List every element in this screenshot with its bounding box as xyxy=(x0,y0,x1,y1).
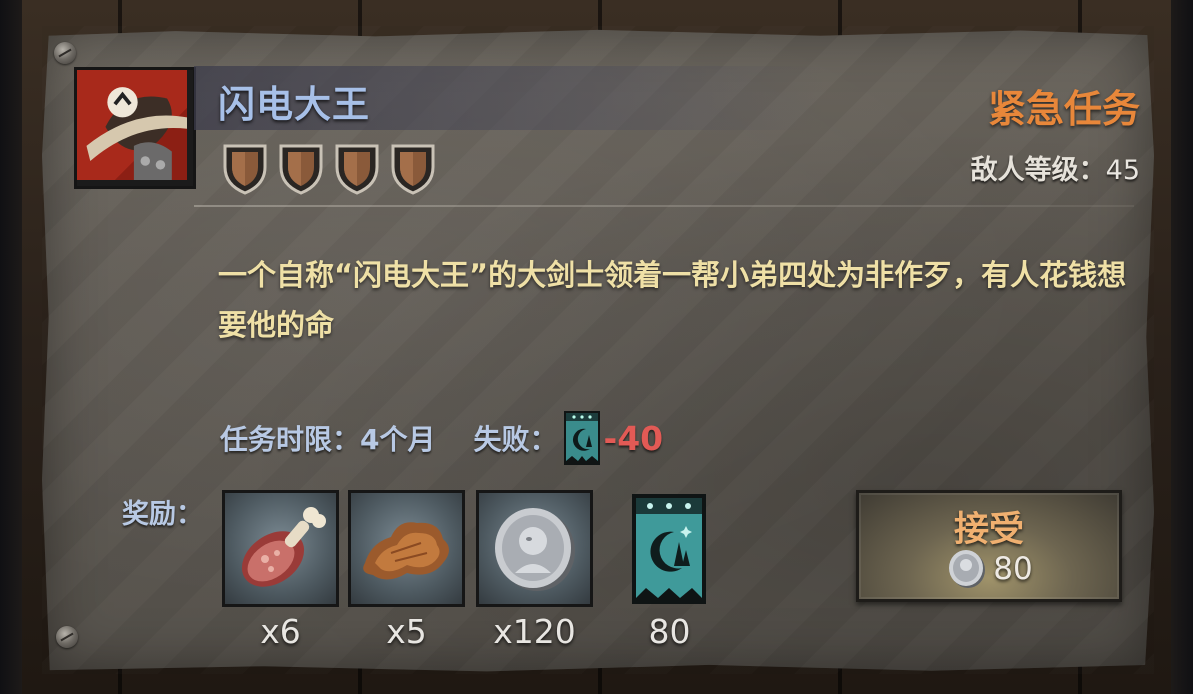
quest-title: 闪电大王 xyxy=(218,83,370,126)
silver-coin-icon xyxy=(949,550,986,588)
quest-type-label: 紧急任务 xyxy=(987,87,1140,131)
reward-count: 80 xyxy=(648,612,691,651)
meat-leg-icon xyxy=(241,507,326,587)
nail-icon xyxy=(54,42,76,64)
fail-penalty-value: -40 xyxy=(603,418,664,458)
silver-coin-icon xyxy=(495,508,575,591)
shield-icon xyxy=(223,144,267,195)
reward-count: x6 xyxy=(260,612,301,651)
accept-cost: 80 xyxy=(859,547,1119,591)
enemy-level-value: 45 xyxy=(1105,155,1140,186)
frame-right xyxy=(1171,0,1193,694)
reward-slot[interactable] xyxy=(476,490,593,607)
quest-terms: 任务时限： 4个月 失败： -40 xyxy=(220,411,664,465)
shield-icon xyxy=(335,144,379,195)
rewards-label: 奖励： xyxy=(122,499,203,530)
reward-slot[interactable] xyxy=(222,490,339,607)
time-limit-label: 任务时限： xyxy=(220,423,361,456)
accept-cost-value: 80 xyxy=(993,551,1033,587)
difficulty-shields xyxy=(222,143,436,195)
reward-count: x120 xyxy=(493,612,576,651)
shield-icon xyxy=(391,144,435,195)
swordsman-portrait-icon xyxy=(77,70,187,180)
enemy-level-label: 敌人等级： xyxy=(970,155,1106,186)
frame-left xyxy=(0,0,22,694)
shield-icon xyxy=(279,144,323,195)
jerky-icon xyxy=(363,522,449,580)
quest-description: 一个自称“闪电大王”的大剑士领着一帮小弟四处为非作歹，有人花钱想要他的命 xyxy=(218,258,1127,342)
enemy-portrait xyxy=(74,67,196,189)
enemy-level: 敌人等级：45 xyxy=(971,148,1140,187)
reward-slot[interactable] xyxy=(348,490,465,607)
moon-banner-icon xyxy=(563,411,600,465)
reward-count: x5 xyxy=(386,612,427,651)
nail-icon xyxy=(56,626,78,648)
fail-label: 失败： xyxy=(473,423,558,456)
moon-banner-icon[interactable] xyxy=(632,494,706,604)
header-divider xyxy=(194,205,1134,207)
accept-button[interactable]: 接受 80 xyxy=(856,490,1122,602)
accept-button-label: 接受 xyxy=(953,510,1024,550)
time-limit-value: 4个月 xyxy=(360,423,436,456)
